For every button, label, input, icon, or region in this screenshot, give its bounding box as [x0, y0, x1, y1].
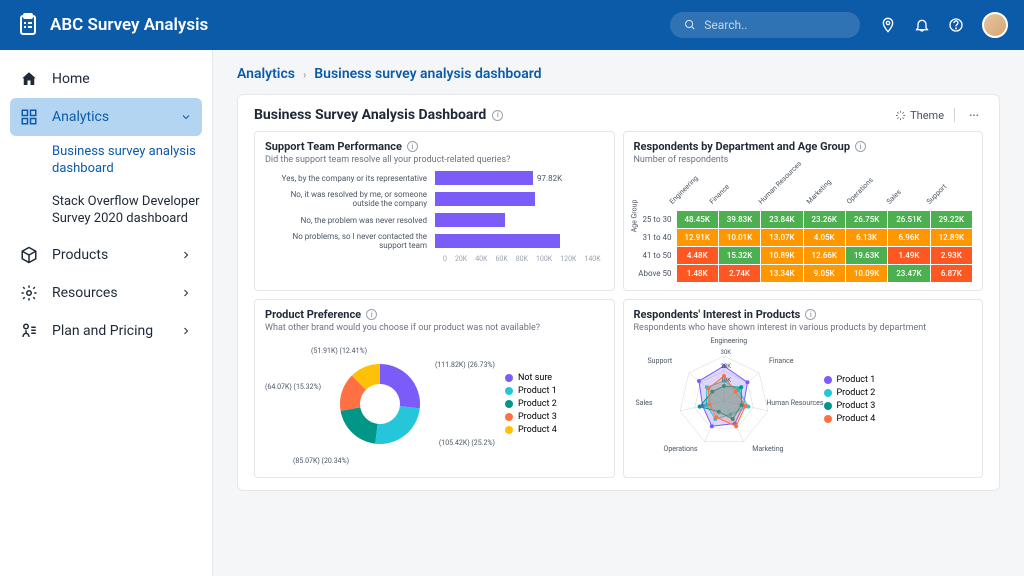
sidebar-item-label: Plan and Pricing — [52, 323, 153, 339]
donut-chart — [265, 339, 495, 469]
legend: Product 1Product 2Product 3Product 4 — [824, 372, 876, 427]
panel-subtitle: What other brand would you choose if our… — [265, 323, 604, 333]
box-icon — [20, 246, 38, 264]
info-icon[interactable]: i — [805, 309, 816, 320]
gear-icon — [20, 284, 38, 302]
search-box[interactable] — [670, 12, 860, 38]
info-icon[interactable]: i — [407, 141, 418, 152]
panel-subtitle: Respondents who have shown interest in v… — [634, 323, 973, 333]
panel-title: Product Preferencei — [265, 308, 604, 321]
breadcrumb-parent[interactable]: Analytics — [237, 66, 295, 82]
bar-chart: Yes, by the company or its representativ… — [265, 171, 604, 263]
sidebar-sub-stackoverflow[interactable]: Stack Overflow Developer Survey 2020 das… — [52, 186, 212, 236]
panel-title: Support Team Performancei — [265, 140, 604, 153]
avatar[interactable] — [982, 12, 1008, 38]
sidebar-item-resources[interactable]: Resources — [0, 274, 212, 312]
panel-interest: Respondents' Interest in Productsi Respo… — [623, 299, 984, 478]
panel-heatmap: Respondents by Department and Age Groupi… — [623, 131, 984, 291]
sidebar-item-label: Analytics — [52, 109, 109, 125]
info-icon[interactable]: i — [855, 141, 866, 152]
legend: Not sureProduct 1Product 2Product 3Produ… — [505, 370, 557, 438]
chevron-right-icon — [180, 287, 192, 299]
breadcrumb: Analytics › Business survey analysis das… — [237, 66, 1000, 82]
info-icon[interactable]: i — [492, 110, 503, 121]
page-title: Business Survey Analysis Dashboard i — [254, 107, 895, 123]
sidebar-item-label: Resources — [52, 285, 118, 301]
dashboard-card: Business Survey Analysis Dashboard i The… — [237, 94, 1000, 491]
theme-button[interactable]: Theme — [895, 109, 944, 122]
info-icon[interactable]: i — [366, 309, 377, 320]
heatmap-chart: 25 to 3048.45K39.83K23.84K23.26K26.75K26… — [634, 211, 973, 282]
sidebar-item-label: Home — [52, 71, 90, 87]
sidebar-item-plan[interactable]: Plan and Pricing — [0, 312, 212, 350]
panel-preference: Product Preferencei What other brand wou… — [254, 299, 615, 478]
search-input[interactable] — [704, 18, 846, 32]
radar-chart: Engineering Finance Human Resources Mark… — [634, 339, 814, 459]
panel-support: Support Team Performancei Did the suppor… — [254, 131, 615, 291]
sparkle-icon — [895, 110, 906, 121]
sidebar-item-products[interactable]: Products — [0, 236, 212, 274]
bell-icon[interactable] — [914, 17, 930, 33]
panel-subtitle: Did the support team resolve all your pr… — [265, 155, 604, 165]
help-icon[interactable] — [948, 17, 964, 33]
clipboard-icon — [16, 13, 40, 37]
panel-title: Respondents by Department and Age Groupi — [634, 140, 973, 153]
breadcrumb-current: Business survey analysis dashboard — [314, 66, 541, 82]
search-icon — [684, 18, 696, 32]
sidebar-sub-business[interactable]: Business survey analysis dashboard — [52, 136, 212, 186]
grid-icon — [20, 108, 38, 126]
panel-subtitle: Number of respondents — [634, 155, 973, 165]
chevron-right-icon — [180, 325, 192, 337]
app-header: ABC Survey Analysis — [0, 0, 1024, 50]
location-icon[interactable] — [880, 17, 896, 33]
sidebar-item-home[interactable]: Home — [0, 60, 212, 98]
main-content: Analytics › Business survey analysis das… — [213, 50, 1024, 576]
sidebar-item-label: Products — [52, 247, 108, 263]
chevron-right-icon — [180, 249, 192, 261]
pricing-icon — [20, 322, 38, 340]
more-button[interactable]: ··· — [965, 109, 983, 122]
app-title: ABC Survey Analysis — [50, 15, 670, 35]
chevron-right-icon: › — [303, 68, 306, 81]
panel-title: Respondents' Interest in Productsi — [634, 308, 973, 321]
sidebar-item-analytics[interactable]: Analytics — [10, 98, 202, 136]
sidebar: Home Analytics Business survey analysis … — [0, 50, 213, 576]
chevron-down-icon — [180, 111, 192, 123]
home-icon — [20, 70, 38, 88]
